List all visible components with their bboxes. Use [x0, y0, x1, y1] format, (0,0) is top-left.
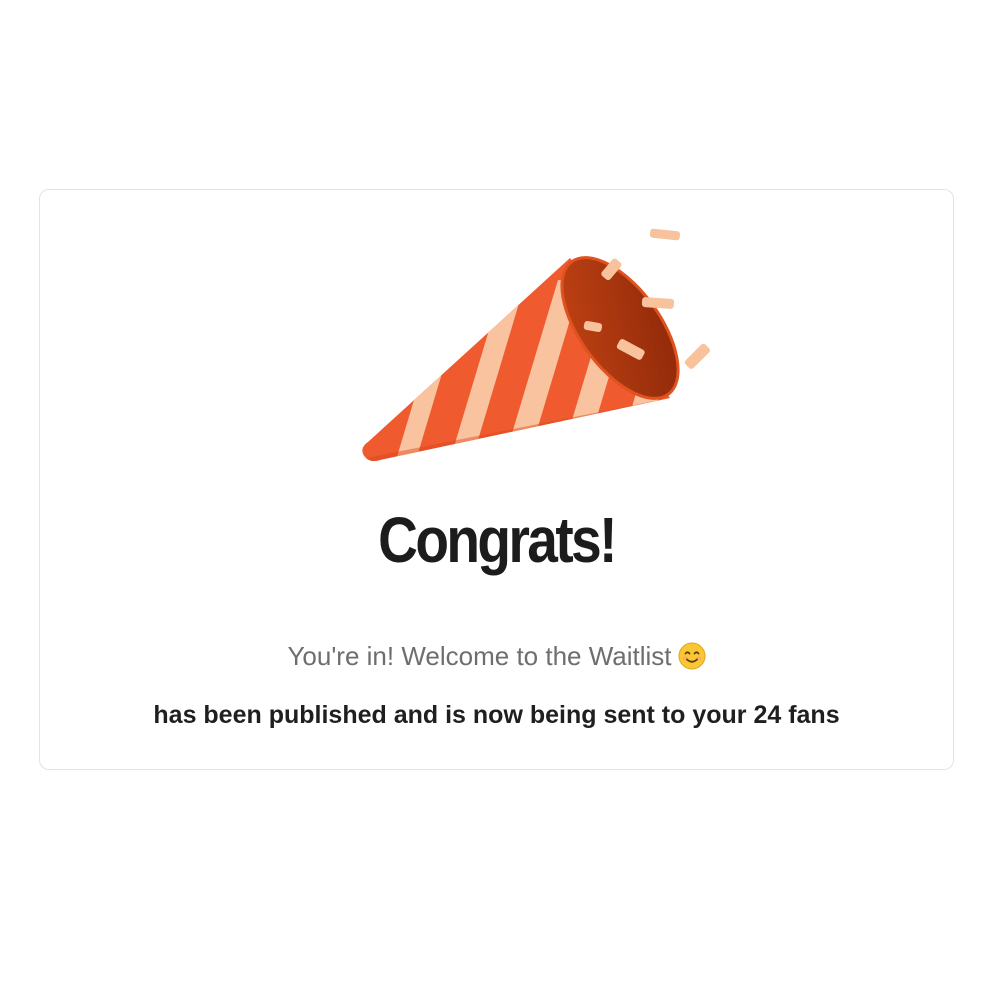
- published-message: has been published and is now being sent…: [153, 701, 840, 729]
- congrats-title: Congrats!: [378, 504, 617, 576]
- congrats-card: Congrats! You're in! Welcome to the Wait…: [39, 189, 954, 770]
- party-popper-icon: [362, 228, 710, 462]
- welcome-subtitle-text: You're in! Welcome to the Waitlist: [287, 641, 672, 671]
- smiling-face-emoji-icon: [678, 642, 706, 670]
- welcome-subtitle: You're in! Welcome to the Waitlist: [40, 642, 953, 670]
